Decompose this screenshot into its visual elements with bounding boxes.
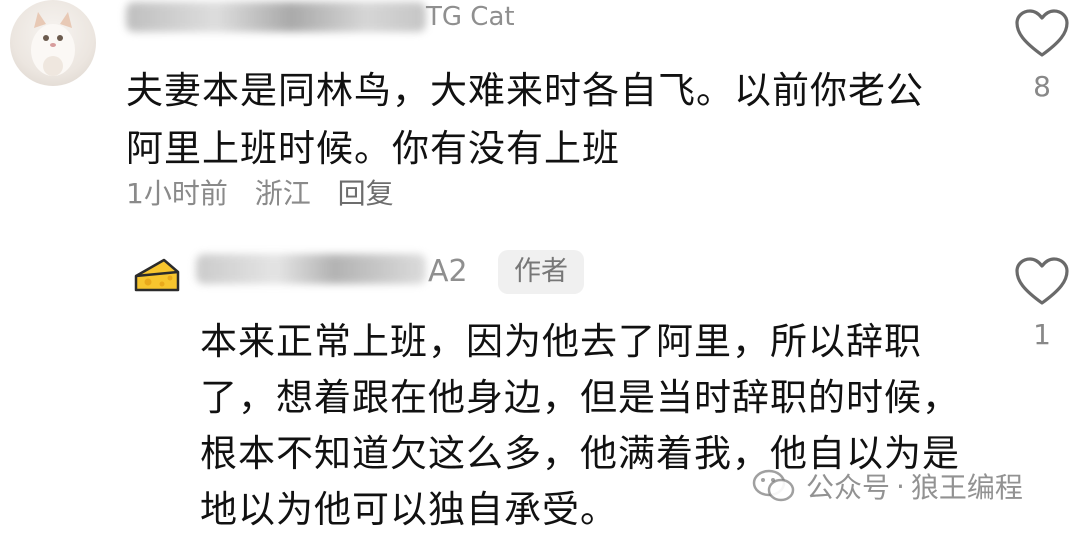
- wechat-icon: [752, 469, 795, 502]
- username-visible-part: TG Cat: [426, 2, 515, 32]
- comment-location: 浙江: [254, 177, 311, 210]
- watermark-separator: ·: [896, 469, 905, 503]
- comment-meta: 1小时前 浙江 回复: [126, 172, 412, 212]
- reply-like[interactable]: 1: [1012, 256, 1072, 351]
- like-count: 1: [1033, 318, 1051, 351]
- watermark-account: 狼王编程: [910, 471, 1023, 504]
- like-count: 8: [1033, 70, 1051, 103]
- watermark: 公众号 · 狼王编程: [752, 462, 1029, 510]
- cat-avatar-icon[interactable]: [10, 0, 96, 86]
- comment-item: TG Cat 夫妻本是同林鸟，大难来时各自飞。以前你老公阿里上班时候。你有没有上…: [0, 0, 1080, 240]
- comment-time: 1小时前: [126, 177, 228, 210]
- comment-like[interactable]: 8: [1012, 8, 1072, 103]
- author-badge: 作者: [498, 250, 584, 294]
- watermark-text: 公众号: [806, 471, 891, 504]
- reply-button[interactable]: 回复: [338, 177, 394, 210]
- blurred-username: [126, 2, 426, 32]
- comment-username[interactable]: TG Cat: [126, 0, 826, 34]
- username-visible-part: A2: [428, 254, 468, 289]
- comment-text: 夫妻本是同林鸟，大难来时各自飞。以前你老公阿里上班时候。你有没有上班: [126, 69, 924, 170]
- cheese-avatar-icon[interactable]: [132, 250, 182, 300]
- heart-outline-icon[interactable]: [1014, 256, 1070, 308]
- blurred-username: [196, 254, 426, 284]
- heart-outline-icon[interactable]: [1014, 8, 1070, 60]
- reply-username[interactable]: A2 作者: [196, 248, 696, 294]
